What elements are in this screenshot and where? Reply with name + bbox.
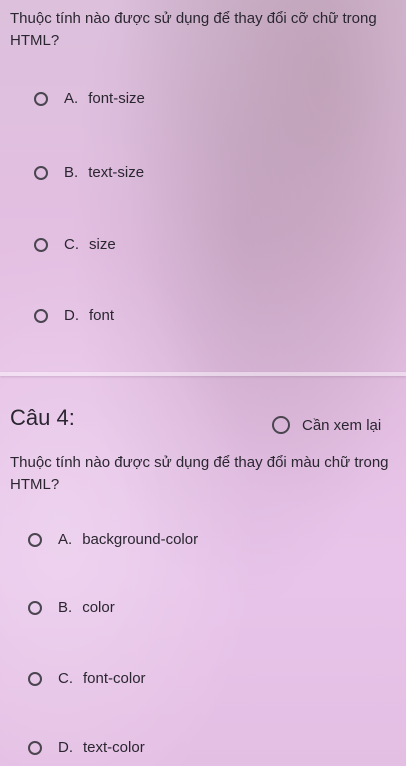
option-letter: A. (58, 531, 73, 548)
q3-option-c[interactable]: C. size (34, 236, 116, 253)
radio-circle-icon[interactable] (28, 600, 42, 615)
q3-option-a[interactable]: A. font-size (34, 90, 145, 107)
q4-option-a[interactable]: A. background-color (28, 531, 198, 548)
option-label: text-color (83, 739, 145, 756)
option-label: font-color (83, 670, 146, 687)
option-label: font-size (88, 90, 145, 107)
option-letter: B. (64, 164, 79, 181)
review-later-toggle[interactable]: Cần xem lại (272, 416, 381, 434)
option-label: font (89, 307, 115, 324)
option-label: text-size (88, 164, 145, 181)
q4-option-c[interactable]: C. font-color (28, 670, 146, 687)
question-4-title: Câu 4: (10, 405, 75, 430)
option-letter: A. (64, 90, 79, 107)
option-letter: C. (58, 670, 73, 687)
radio-circle-icon[interactable] (28, 740, 42, 755)
option-label: color (82, 599, 115, 616)
option-letter: D. (64, 307, 79, 324)
question-4-text: Thuộc tính nào được sử dụng để thay đổi … (10, 454, 389, 493)
q4-option-d[interactable]: D. text-color (28, 739, 145, 756)
radio-circle-icon[interactable] (34, 237, 48, 252)
q4-option-b[interactable]: B. color (28, 599, 115, 616)
background-photo-shading (0, 0, 406, 766)
option-label: background-color (82, 531, 199, 548)
review-later-label: Cần xem lại (302, 416, 382, 434)
option-letter: C. (64, 236, 79, 253)
radio-circle-icon[interactable] (34, 165, 48, 180)
section-divider (0, 372, 406, 376)
radio-circle-icon[interactable] (34, 308, 48, 323)
radio-circle-icon[interactable] (272, 416, 290, 434)
q3-option-d[interactable]: D. font (34, 307, 114, 324)
radio-circle-icon[interactable] (34, 91, 48, 106)
option-letter: B. (58, 599, 73, 616)
radio-circle-icon[interactable] (28, 671, 42, 686)
q3-option-b[interactable]: B. text-size (34, 164, 144, 181)
option-label: size (89, 236, 116, 253)
option-letter: D. (58, 739, 73, 756)
radio-circle-icon[interactable] (28, 532, 42, 547)
question-3-text: Thuộc tính nào được sử dụng để thay đổi … (10, 10, 377, 49)
